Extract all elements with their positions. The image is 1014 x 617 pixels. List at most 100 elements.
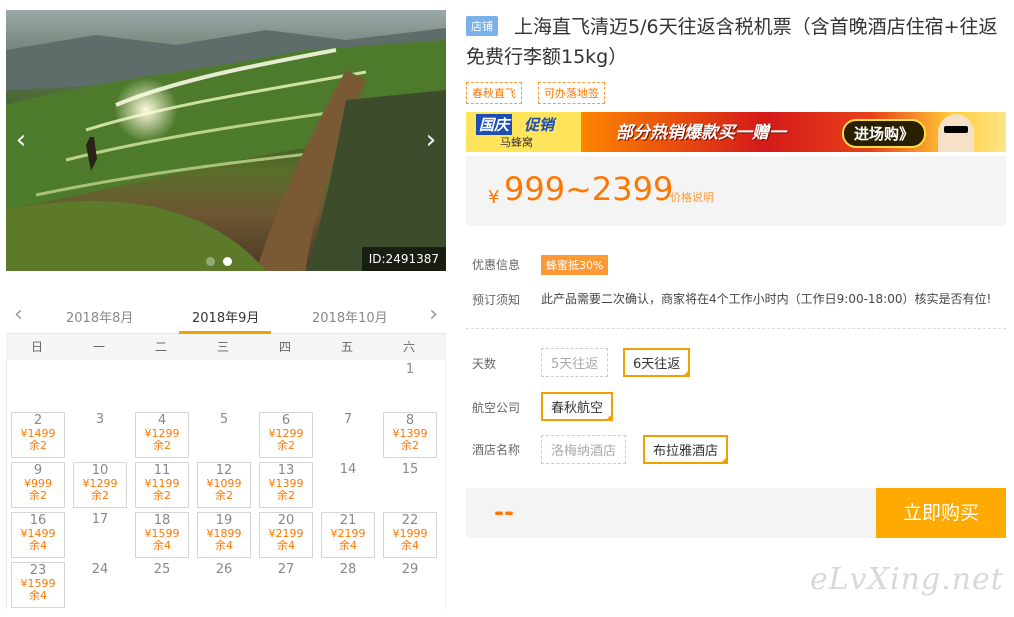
calendar-blank-cell [317,360,379,410]
option-5-day[interactable]: 5天往返 [541,348,609,377]
calendar-day-available[interactable]: 6 ¥1299 余2 [259,412,313,458]
day-number: 29 [401,562,419,577]
day-number: 10 [91,463,109,478]
day-number: 5 [219,412,229,427]
calendar-day-available[interactable]: 22 ¥1999 余4 [383,512,437,558]
calendar-day: 1 [379,360,441,410]
calendar-blank-cell [7,360,69,410]
option-hotel-lomena[interactable]: 洛梅纳酒店 [541,435,627,464]
day-number: 26 [215,562,233,577]
day-number: 3 [95,412,105,427]
month-tab-sep[interactable]: 2018年9月 [192,307,259,326]
weekday-mon: 一 [92,340,105,354]
day-number: 15 [401,462,419,477]
day-stock: 余4 [401,539,419,552]
price-explanation-link[interactable]: 价格说明 [670,189,714,205]
airline-label: 航空公司 [472,401,521,415]
calendar-day-available[interactable]: 4 ¥1299 余2 [135,412,189,458]
day-stock: 余4 [29,539,47,552]
booking-notice-label: 预订须知 [472,293,521,307]
day-stock: 余2 [91,489,109,502]
calendar-day: 5 [193,410,255,460]
weekday-fri: 五 [340,340,353,354]
calendar-day-available[interactable]: 13 ¥1399 余2 [259,462,313,508]
calendar-day-available[interactable]: 18 ¥1599 余4 [135,512,189,558]
day-stock: 余4 [153,539,171,552]
month-tab-aug[interactable]: 2018年8月 [66,307,133,326]
calendar-prev-arrow[interactable]: ‹ [14,302,23,327]
day-number: 27 [277,562,295,577]
calendar-day-available[interactable]: 23 ¥1599 余4 [11,562,65,608]
day-number: 1 [405,362,415,377]
buy-now-button[interactable]: 立即购买 [876,488,1006,538]
calendar-day-available[interactable]: 16 ¥1499 余4 [11,512,65,558]
active-month-indicator [179,331,271,334]
calendar-day: 26 [193,560,255,610]
calendar-blank-cell [131,360,193,410]
weekday-sat: 六 [402,340,415,354]
day-number: 21 [339,513,357,528]
booking-notice-text: 此产品需要二次确认，商家将在4个工作小时内（工作日9:00-18:00）核实是否… [541,292,992,306]
calendar-day: 15 [379,460,441,510]
calendar-next-arrow[interactable]: › [429,302,438,327]
day-number: 11 [153,463,171,478]
day-stock: 余2 [277,489,295,502]
carousel-next-arrow[interactable]: › [420,125,442,155]
product-photo-carousel[interactable]: ‹ › ID:2491387 [6,10,446,271]
option-airline-spring[interactable]: 春秋航空 [541,392,614,421]
banner-headline: 部分热销爆款买一赠一 [616,123,786,143]
day-number: 24 [91,562,109,577]
calendar-day: 3 [69,410,131,460]
calendar-day-available[interactable]: 8 ¥1399 余2 [383,412,437,458]
day-number: 20 [277,513,295,528]
day-number: 16 [29,513,47,528]
day-number: 19 [215,513,233,528]
day-stock: 余4 [277,539,295,552]
day-number: 9 [33,463,43,478]
photo-id-label: ID:2491387 [361,247,446,271]
carousel-dots [206,257,232,266]
promo-info-label: 优惠信息 [472,258,521,272]
day-number: 25 [153,562,171,577]
month-tab-oct[interactable]: 2018年10月 [312,307,388,326]
feature-tag-direct-flight: 春秋直飞 [466,82,522,104]
day-number: 13 [277,463,295,478]
calendar-day-available[interactable]: 12 ¥1099 余2 [197,462,251,508]
day-number: 6 [281,413,291,428]
calendar-day-available[interactable]: 20 ¥2199 余4 [259,512,313,558]
calendar-day-available[interactable]: 10 ¥1299 余2 [73,462,127,508]
banner-brand: 马蜂窝 [500,136,533,149]
calendar-day-available[interactable]: 11 ¥1199 余2 [135,462,189,508]
carousel-dot-active[interactable] [223,257,232,266]
calendar-day-available[interactable]: 2 ¥1499 余2 [11,412,65,458]
banner-cta-button[interactable]: 进场购》 [842,119,927,148]
calendar-blank-cell [193,360,255,410]
carousel-dot[interactable] [206,257,215,266]
feature-tag-visa-on-arrival: 可办落地签 [538,82,605,104]
calendar-day-grid: 1 2 ¥1499 余2 3 4 ¥1299 余2 5 6 ¥1299 余2 7 8 ¥1399 余2 9 ¥99… [6,360,446,610]
day-stock: 余4 [215,539,233,552]
calendar-day: 25 [131,560,193,610]
option-hotel-buraya[interactable]: 布拉雅酒店 [643,435,729,464]
day-number: 18 [153,513,171,528]
price-box: ¥ 999~2399 价格说明 [466,156,1006,226]
day-number: 17 [91,512,109,527]
day-number: 7 [343,412,353,427]
day-number: 22 [401,513,419,528]
day-stock: 余2 [29,489,47,502]
carousel-prev-arrow[interactable]: ‹ [10,125,32,155]
calendar-day-available[interactable]: 19 ¥1899 余4 [197,512,251,558]
day-stock: 余2 [277,439,295,452]
promo-banner[interactable]: 国庆 促销 马蜂窝 部分热销爆款买一赠一 进场购》 [466,112,1006,152]
option-6-day[interactable]: 6天往返 [623,348,691,377]
calendar-day-available[interactable]: 21 ¥2199 余4 [321,512,375,558]
calendar-day-available[interactable]: 9 ¥999 余2 [11,462,65,508]
calendar-day: 17 [69,510,131,560]
promo-badge: 蜂蜜抵30% [541,255,609,275]
day-number: 2 [33,413,43,428]
banner-promo: 促销 [524,116,555,134]
banner-mascot-icon [938,114,974,152]
day-stock: 余2 [215,489,233,502]
hotel-label: 酒店名称 [472,443,521,457]
calendar-day: 14 [317,460,379,510]
